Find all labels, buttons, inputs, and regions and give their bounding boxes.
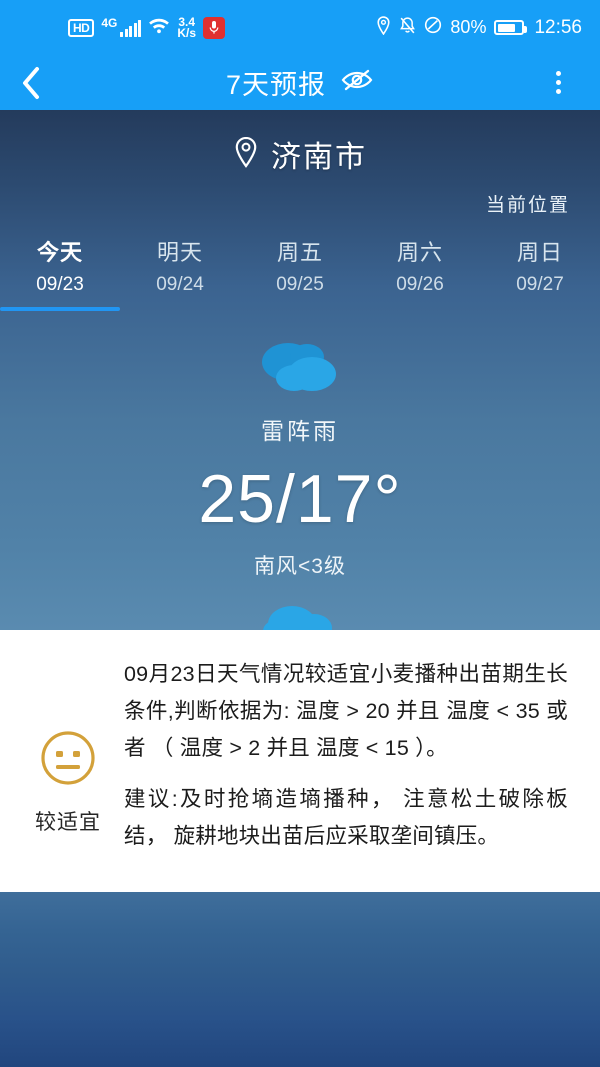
status-bar-right: 80% 12:56	[376, 15, 582, 40]
tab-date-label: 09/27	[516, 274, 564, 295]
advisory-rating: 较适宜	[16, 656, 120, 866]
eye-slash-icon[interactable]	[340, 67, 374, 98]
location-pin-icon	[233, 136, 259, 173]
day-tabs: 今天 09/23 明天 09/24 周五 09/25 周六 09/26 周日 0…	[0, 235, 600, 311]
network-type-label: 4G	[101, 15, 118, 30]
advisory-paragraph-2: 建议:及时抢墒造墒播种， 注意松土破除板结， 旋耕地块出苗后应采取垄间镇压。	[124, 787, 568, 848]
status-bar: HD 4G 3.4 K/s 80% 12:56	[0, 0, 600, 55]
signal-strength-icon	[120, 19, 142, 37]
battery-percent-label: 80%	[450, 17, 487, 37]
tab-day-label: 今天	[36, 240, 83, 265]
back-button[interactable]	[20, 65, 64, 101]
wifi-icon	[148, 16, 170, 39]
tab-day-label: 周六	[396, 240, 443, 265]
overflow-menu-icon	[555, 71, 561, 76]
back-chevron-icon	[23, 66, 39, 99]
rating-label: 较适宜	[35, 810, 101, 834]
microphone-icon	[203, 16, 226, 39]
tab-day-label: 明天	[156, 240, 203, 265]
bell-muted-icon	[399, 16, 416, 40]
app-bar-center: 7天预报	[64, 63, 536, 102]
tab-day-0[interactable]: 今天 09/23	[0, 235, 120, 306]
footer-background	[0, 892, 600, 1067]
neutral-face-icon	[39, 729, 97, 792]
advisory-text: 09月23日天气情况较适宜小麦播种出苗期生长条件,判断依据为: 温度 > 20 …	[120, 656, 578, 866]
data-rate-unit: K/s	[177, 25, 197, 40]
tab-day-label: 周五	[276, 240, 323, 265]
clock-label: 12:56	[534, 16, 582, 38]
wind-label: 南风<3级	[254, 555, 346, 578]
data-rate-indicator: 3.4 K/s	[177, 16, 197, 40]
tab-day-4[interactable]: 周日 09/27	[480, 235, 600, 306]
status-bar-left: HD 4G 3.4 K/s	[68, 15, 226, 40]
tab-date-label: 09/24	[156, 274, 204, 295]
tab-date-label: 09/23	[36, 274, 84, 295]
temperature-label: 25/17°	[198, 461, 402, 537]
cloudy-icon	[0, 336, 600, 398]
app-bar: 7天预报	[0, 55, 600, 110]
location-pin-icon	[376, 15, 391, 40]
tab-day-2[interactable]: 周五 09/25	[240, 235, 360, 306]
page-title: 7天预报	[225, 70, 327, 100]
advisory-card: 较适宜 09月23日天气情况较适宜小麦播种出苗期生长条件,判断依据为: 温度 >…	[0, 630, 600, 892]
weather-forecast-screen: HD 4G 3.4 K/s 80% 12:56 7天预报 济南市 当前位置 今天…	[0, 0, 600, 1067]
forecast-hero: 济南市 当前位置 今天 09/23 明天 09/24 周五 09/25 周六 0…	[0, 110, 600, 630]
hd-badge: HD	[68, 18, 95, 37]
tab-date-label: 09/26	[396, 274, 444, 295]
current-conditions: 雷阵雨 25/17° 南风<3级	[0, 336, 600, 630]
tab-day-3[interactable]: 周六 09/26	[360, 235, 480, 306]
city-name: 济南市	[271, 141, 367, 174]
active-tab-indicator	[0, 307, 120, 311]
city-row: 济南市	[0, 110, 600, 176]
battery-icon	[494, 20, 528, 35]
thunderstorm-rain-icon	[0, 598, 600, 630]
do-not-disturb-icon	[424, 16, 442, 39]
tab-day-1[interactable]: 明天 09/24	[120, 235, 240, 306]
advisory-paragraph-1: 09月23日天气情况较适宜小麦播种出苗期生长条件,判断依据为: 温度 > 20 …	[124, 662, 568, 760]
tab-day-label: 周日	[516, 240, 563, 265]
overflow-menu-button[interactable]	[536, 71, 580, 94]
condition-label: 雷阵雨	[261, 418, 339, 444]
tab-date-label: 09/25	[276, 274, 324, 295]
current-location-label: 当前位置	[485, 195, 570, 216]
